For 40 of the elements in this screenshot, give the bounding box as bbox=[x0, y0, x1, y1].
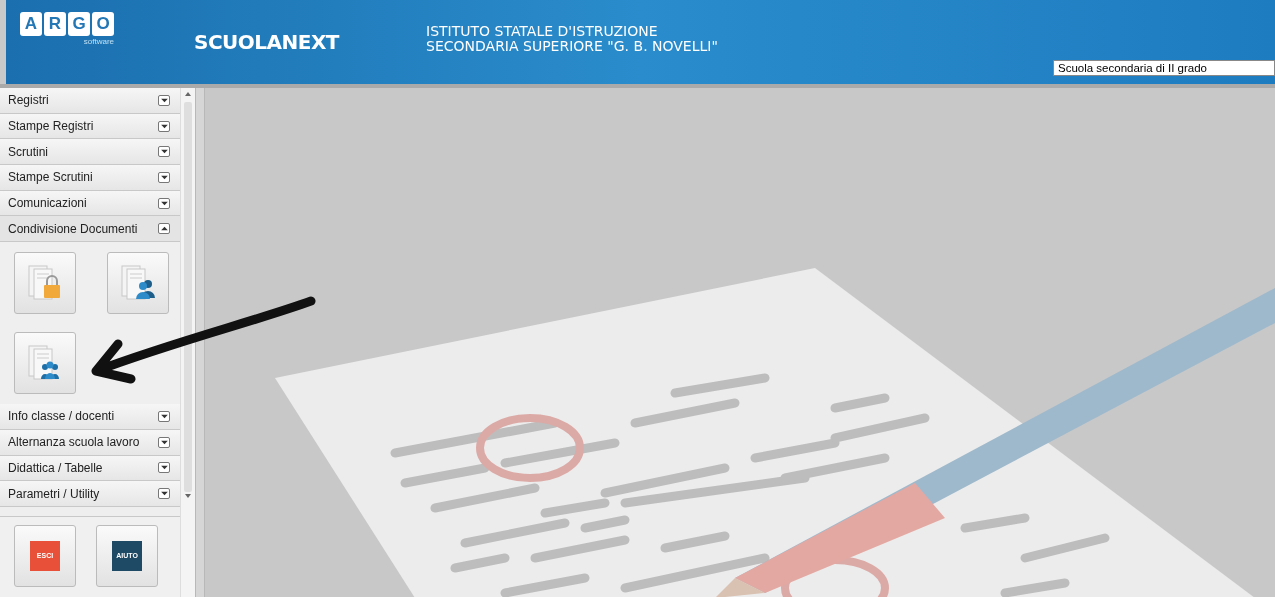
tool-button[interactable] bbox=[107, 252, 169, 315]
menu-section-header[interactable]: Registri bbox=[0, 88, 180, 114]
menu-section-header[interactable]: Didattica / Tabelle bbox=[0, 455, 180, 482]
sidebar-scrollbar[interactable] bbox=[180, 88, 195, 597]
tool-button[interactable] bbox=[14, 332, 76, 395]
menu-section-header[interactable]: Stampe Registri bbox=[0, 113, 180, 140]
menu-section-header[interactable]: Stampe Scrutini bbox=[0, 165, 180, 191]
section-label: Stampe Scrutini bbox=[8, 169, 93, 187]
argo-logo: A R G O bbox=[20, 12, 114, 36]
scroll-down-icon[interactable] bbox=[185, 494, 191, 498]
collapse-icon[interactable] bbox=[158, 223, 170, 235]
expand-icon[interactable] bbox=[158, 197, 170, 209]
expand-icon[interactable] bbox=[158, 462, 170, 474]
section-label: Didattica / Tabelle bbox=[8, 459, 103, 477]
expand-icon[interactable] bbox=[158, 436, 170, 448]
section-label: Registri bbox=[8, 92, 49, 110]
section-label: Alternanza scuola lavoro bbox=[8, 434, 140, 452]
logo-subtitle: software bbox=[83, 36, 114, 48]
menu-section-header[interactable]: Parametri / Utility bbox=[0, 481, 180, 507]
menu-section-header[interactable]: Scrutini bbox=[0, 139, 180, 166]
school-select[interactable]: Scuola secondaria di II grado bbox=[1053, 60, 1275, 76]
section-label: Scrutini bbox=[8, 143, 48, 161]
expand-icon[interactable] bbox=[158, 171, 170, 183]
expand-icon[interactable] bbox=[158, 488, 170, 500]
menu-section-header[interactable]: Comunicazioni bbox=[0, 190, 180, 217]
expand-icon[interactable] bbox=[158, 94, 170, 106]
section-label: Info classe / docenti bbox=[8, 408, 115, 426]
menu-section-header[interactable]: Info classe / docenti bbox=[0, 404, 180, 430]
section-label: Condivisione Documenti bbox=[8, 220, 138, 238]
menu-section-header[interactable]: Condivisione Documenti bbox=[0, 216, 180, 243]
school-name: ISTITUTO STATALE D'ISTRUZIONE SECONDARIA SUPERIORE "G. B. NOVELLI" bbox=[426, 24, 718, 54]
product-name: SCUOLANEXT bbox=[194, 29, 339, 56]
expand-icon[interactable] bbox=[158, 410, 170, 422]
scroll-thumb[interactable] bbox=[184, 102, 192, 492]
section-label: Comunicazioni bbox=[8, 195, 87, 213]
section-label: Stampe Registri bbox=[8, 118, 94, 136]
expand-icon[interactable] bbox=[158, 120, 170, 132]
section-label: Parametri / Utility bbox=[8, 485, 100, 503]
expand-icon[interactable] bbox=[158, 146, 170, 158]
menu-section-header[interactable]: Alternanza scuola lavoro bbox=[0, 429, 180, 456]
